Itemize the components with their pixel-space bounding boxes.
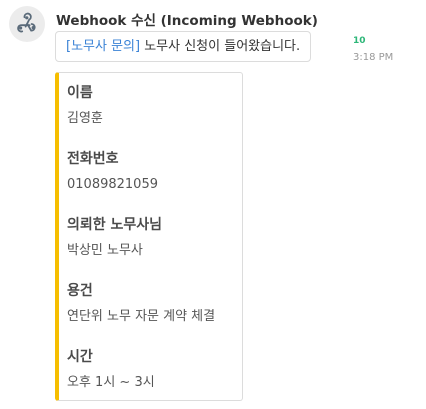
field-name: 이름 김영훈 (67, 83, 103, 128)
field-value: 김영훈 (67, 111, 103, 126)
field-phone: 전화번호 01089821059 (67, 149, 158, 194)
message-text: 노무사 신청이 들어왔습니다. (140, 39, 301, 54)
webhook-message: Webhook 수신 (Incoming Webhook) [노무사 문의] 노… (0, 0, 426, 409)
field-value: 01089821059 (67, 177, 158, 192)
field-label: 시간 (67, 349, 93, 365)
message-tag: [노무사 문의] (66, 39, 141, 54)
avatar[interactable] (9, 6, 45, 42)
unread-count: 10 (353, 36, 366, 46)
attachment-card: 이름 김영훈 전화번호 01089821059 의뢰한 노무사님 박상민 노무사… (55, 72, 243, 401)
field-label: 의뢰한 노무사님 (67, 217, 163, 233)
message-time: 3:18 PM (353, 52, 394, 63)
field-value: 연단위 노무 자문 계약 체결 (67, 309, 216, 324)
field-lawyer: 의뢰한 노무사님 박상민 노무사 (67, 215, 162, 260)
field-label: 이름 (67, 85, 93, 101)
sender-name[interactable]: Webhook 수신 (Incoming Webhook) (56, 9, 318, 29)
field-purpose: 용건 연단위 노무 자문 계약 체결 (67, 281, 215, 326)
field-time: 시간 오후 1시 ~ 3시 (67, 347, 155, 392)
message-bubble: [노무사 문의] 노무사 신청이 들어왔습니다. (55, 31, 312, 62)
field-label: 용건 (67, 283, 93, 299)
field-label: 전화번호 (67, 151, 119, 167)
webhook-icon (17, 12, 36, 33)
field-value: 오후 1시 ~ 3시 (67, 375, 155, 390)
field-value: 박상민 노무사 (67, 243, 143, 258)
